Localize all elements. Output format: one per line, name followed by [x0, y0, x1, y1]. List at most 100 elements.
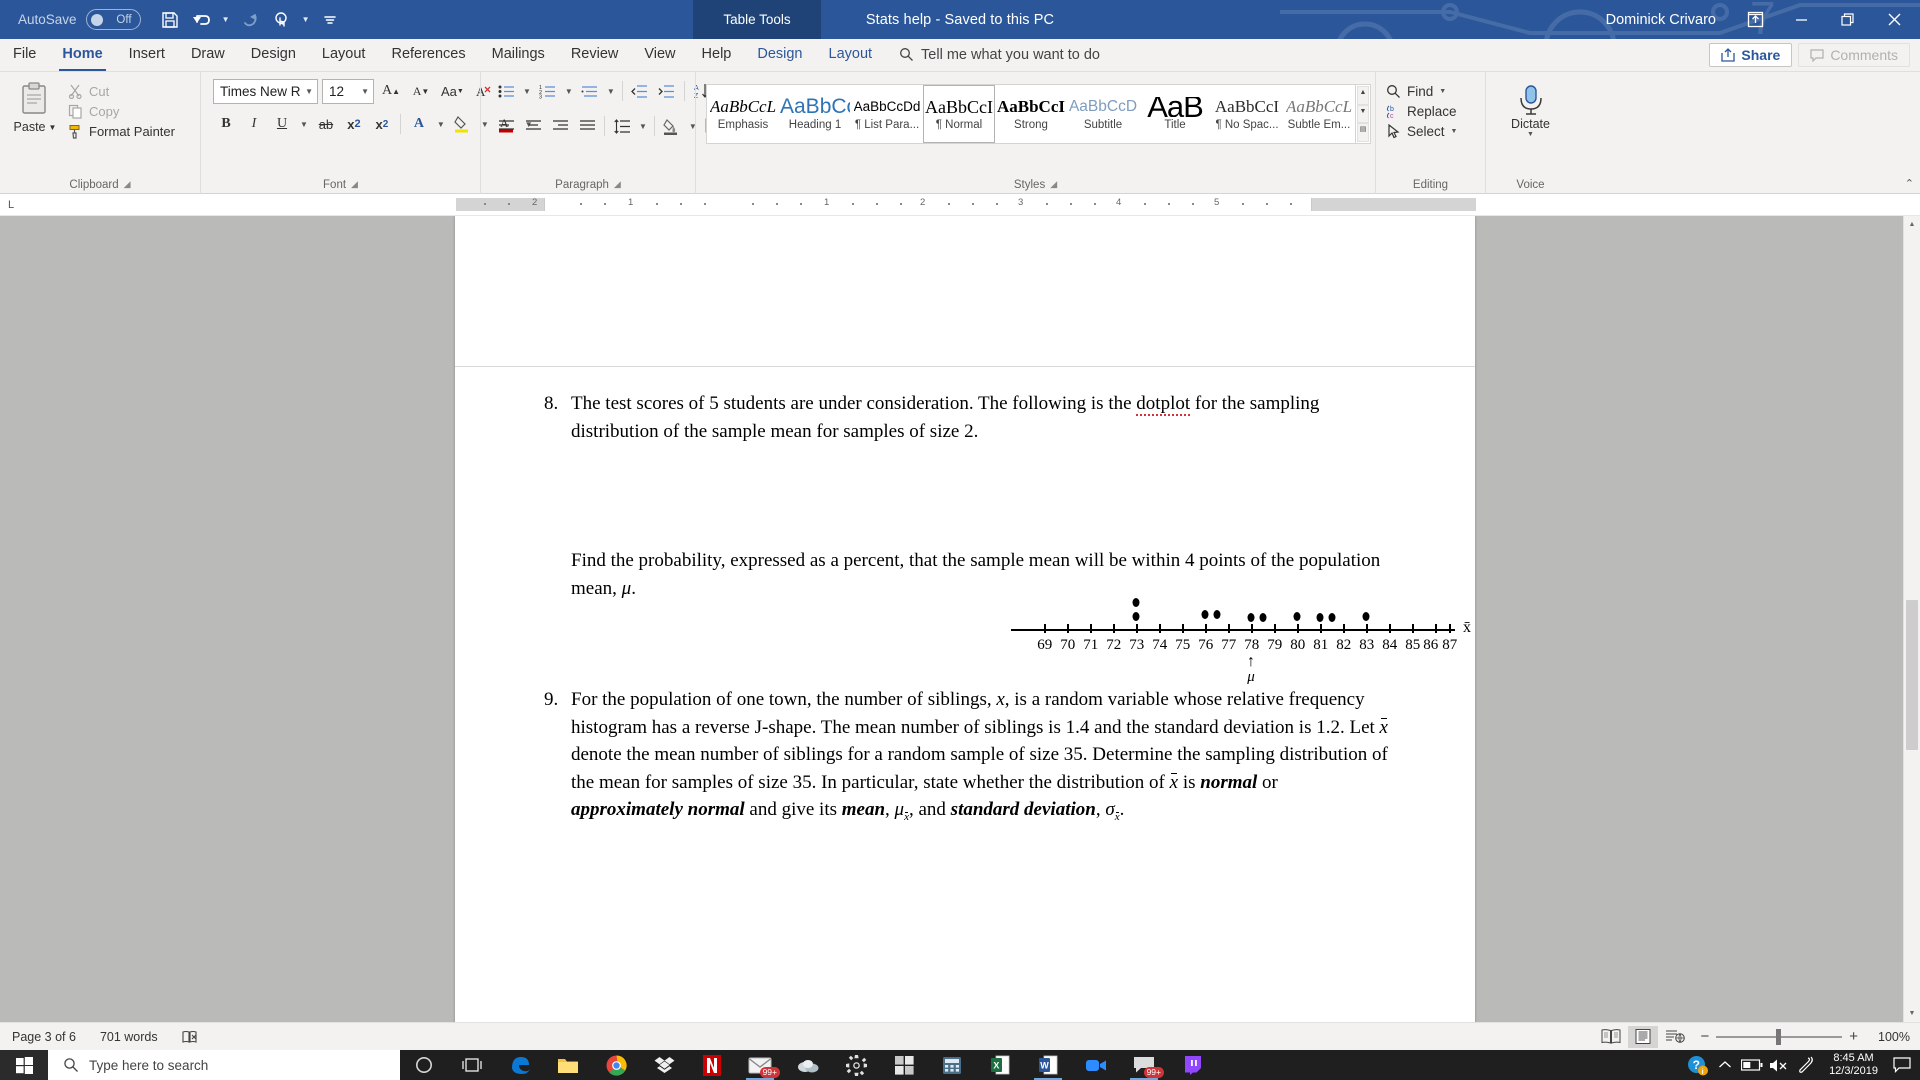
tab-mailings[interactable]: Mailings	[479, 38, 558, 71]
zoom-thumb[interactable]	[1776, 1028, 1782, 1045]
tab-view[interactable]: View	[631, 38, 688, 71]
share-button[interactable]: Share	[1709, 42, 1793, 67]
action-center-icon[interactable]	[1888, 1050, 1916, 1080]
collapse-ribbon-icon[interactable]: ⌃	[1905, 177, 1914, 190]
styles-scroll-down-icon[interactable]: ▼	[1357, 104, 1369, 124]
page-indicator[interactable]: Page 3 of 6	[0, 1030, 88, 1044]
help-icon[interactable]: ? i	[1684, 1050, 1711, 1080]
horizontal-ruler[interactable]: 2 1 1 2 3 4 5	[456, 197, 1476, 211]
line-spacing-icon[interactable]	[609, 113, 635, 139]
increase-indent-icon[interactable]	[654, 78, 680, 104]
styles-more-icon[interactable]: ▤	[1357, 123, 1369, 143]
proofing-errors-icon[interactable]	[170, 1030, 210, 1044]
paragraph-dialog-launcher[interactable]: ◢	[614, 179, 621, 190]
tab-table-layout[interactable]: Layout	[816, 38, 886, 71]
paste-button[interactable]: Paste ▼	[6, 78, 64, 134]
touch-mode-dropdown-icon[interactable]: ▼	[299, 5, 313, 35]
numbering-dropdown-icon[interactable]: ▼	[562, 78, 576, 104]
print-layout-view-icon[interactable]	[1628, 1025, 1659, 1048]
align-right-icon[interactable]	[547, 113, 573, 139]
justify-icon[interactable]	[574, 113, 600, 139]
font-dialog-launcher[interactable]: ◢	[351, 179, 358, 190]
minimize-icon[interactable]	[1778, 0, 1824, 39]
edge-icon[interactable]	[496, 1050, 544, 1080]
zoom-out-button[interactable]: −	[1700, 1028, 1709, 1045]
style-title[interactable]: AaB Title	[1139, 85, 1211, 143]
dictate-dropdown-icon[interactable]: ▼	[1527, 131, 1534, 138]
tab-review[interactable]: Review	[558, 38, 632, 71]
tab-file[interactable]: File	[0, 38, 49, 71]
store-icon[interactable]	[880, 1050, 928, 1080]
tab-stop-selector[interactable]: L	[8, 199, 14, 211]
scroll-down-icon[interactable]: ▼	[1904, 1005, 1920, 1022]
ribbon-display-options-icon[interactable]	[1732, 0, 1778, 39]
superscript-icon[interactable]: x2	[369, 111, 395, 137]
align-left-icon[interactable]	[493, 113, 519, 139]
shrink-font-icon[interactable]: A ▼	[408, 78, 434, 104]
text-highlight-icon[interactable]	[450, 111, 476, 137]
dropbox-icon[interactable]	[640, 1050, 688, 1080]
document-canvas[interactable]: 8. The test scores of 5 students are und…	[0, 216, 1920, 1022]
style-heading-1[interactable]: AaBbCc Heading 1	[779, 85, 851, 143]
cut-button[interactable]: Cut	[68, 84, 175, 99]
p en-icon[interactable]	[1792, 1050, 1819, 1080]
clipboard-dialog-launcher[interactable]: ◢	[124, 179, 131, 190]
web-layout-view-icon[interactable]	[1660, 1026, 1690, 1048]
styles-scroll-up-icon[interactable]: ▲	[1357, 86, 1369, 105]
weather-icon[interactable]	[784, 1050, 832, 1080]
touch-mode-icon[interactable]	[267, 5, 297, 35]
tab-layout[interactable]: Layout	[309, 38, 379, 71]
text-effects-dropdown-icon[interactable]: ▼	[434, 111, 448, 137]
undo-icon[interactable]	[187, 5, 217, 35]
save-icon[interactable]	[155, 5, 185, 35]
style-emphasis[interactable]: AaBbCcL Emphasis	[707, 85, 779, 143]
scroll-up-icon[interactable]: ▲	[1904, 216, 1920, 233]
start-button[interactable]	[0, 1050, 48, 1080]
document-text-area[interactable]: 8. The test scores of 5 students are und…	[455, 216, 1475, 1022]
word-icon[interactable]: W	[1024, 1050, 1072, 1080]
tell-me-search[interactable]: Tell me what you want to do	[885, 38, 1100, 71]
styles-dialog-launcher[interactable]: ◢	[1050, 179, 1057, 190]
document-page[interactable]: 8. The test scores of 5 students are und…	[455, 216, 1475, 1022]
bold-icon[interactable]: B	[213, 111, 239, 137]
bullets-icon[interactable]	[493, 78, 519, 104]
tab-table-design[interactable]: Design	[744, 38, 815, 71]
style-subtitle[interactable]: AaBbCcD Subtitle	[1067, 85, 1139, 143]
replace-button[interactable]: bc Replace	[1386, 104, 1457, 119]
undo-dropdown-icon[interactable]: ▼	[219, 5, 233, 35]
tab-draw[interactable]: Draw	[178, 38, 238, 71]
battery-icon[interactable]	[1738, 1050, 1765, 1080]
zoom-track[interactable]	[1716, 1028, 1843, 1045]
zoom-in-button[interactable]: +	[1849, 1028, 1858, 1045]
italic-icon[interactable]: I	[241, 111, 267, 137]
comments-button[interactable]: Comments	[1798, 42, 1910, 67]
chevron-up-icon[interactable]	[1711, 1050, 1738, 1080]
select-button[interactable]: Select ▼	[1386, 124, 1457, 139]
numbering-icon[interactable]: 123	[535, 78, 561, 104]
volume-muted-icon[interactable]	[1765, 1050, 1792, 1080]
format-painter-button[interactable]: Format Painter	[68, 124, 175, 139]
zoom-icon[interactable]	[1072, 1050, 1120, 1080]
copy-button[interactable]: Copy	[68, 104, 175, 119]
netflix-icon[interactable]	[688, 1050, 736, 1080]
shading-icon[interactable]	[659, 113, 685, 139]
twitch-icon[interactable]	[1168, 1050, 1216, 1080]
task-view-icon[interactable]	[448, 1050, 496, 1080]
chrome-icon[interactable]	[592, 1050, 640, 1080]
style-normal[interactable]: AaBbCcI ¶ Normal	[923, 85, 995, 143]
decrease-indent-icon[interactable]	[627, 78, 653, 104]
line-spacing-dropdown-icon[interactable]: ▼	[636, 113, 650, 139]
style-list-paragraph[interactable]: AaBbCcDd ¶ List Para...	[851, 85, 923, 143]
grow-font-icon[interactable]: A ▲	[378, 78, 404, 104]
tab-help[interactable]: Help	[689, 38, 745, 71]
font-name-combo[interactable]: Times New Rom ▼	[213, 78, 318, 104]
strikethrough-icon[interactable]: ab	[313, 111, 339, 137]
zoom-slider[interactable]: − +	[1700, 1028, 1858, 1045]
calculator-icon[interactable]	[928, 1050, 976, 1080]
style-no-spacing[interactable]: AaBbCcI ¶ No Spac...	[1211, 85, 1283, 143]
vertical-scrollbar[interactable]: ▲ ▼	[1903, 216, 1920, 1022]
align-center-icon[interactable]	[520, 113, 546, 139]
zoom-level[interactable]: 100%	[1868, 1030, 1910, 1044]
account-name[interactable]: Dominick Crivaro	[1606, 12, 1716, 28]
tab-references[interactable]: References	[378, 38, 478, 71]
